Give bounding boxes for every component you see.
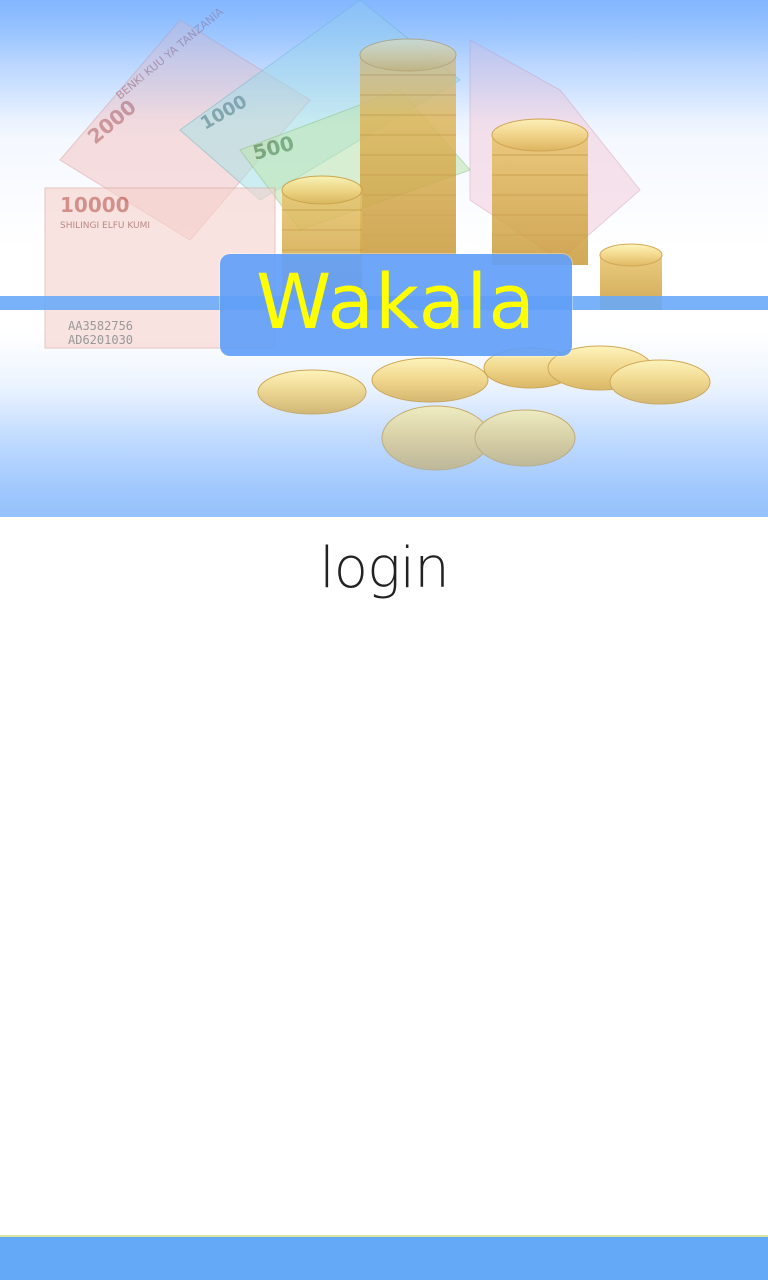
app-logo: Wakala xyxy=(220,254,572,356)
loose-coins xyxy=(257,345,711,471)
app-logo-text: Wakala xyxy=(256,257,536,346)
coin-stack-center xyxy=(359,38,457,255)
svg-text:AA3582756: AA3582756 xyxy=(68,319,133,333)
hero-banner: 2000 BENKI KUU YA TANZANIA 1000 500 1000… xyxy=(0,0,768,517)
app-screen: 2000 BENKI KUU YA TANZANIA 1000 500 1000… xyxy=(0,0,768,1280)
svg-text:10000: 10000 xyxy=(60,193,130,217)
login-title: login xyxy=(319,536,449,601)
svg-text:AD6201030: AD6201030 xyxy=(68,333,133,347)
bottom-bar xyxy=(0,1235,768,1280)
coin-stack-right xyxy=(491,118,589,265)
svg-text:SHILINGI ELFU KUMI: SHILINGI ELFU KUMI xyxy=(60,221,150,231)
